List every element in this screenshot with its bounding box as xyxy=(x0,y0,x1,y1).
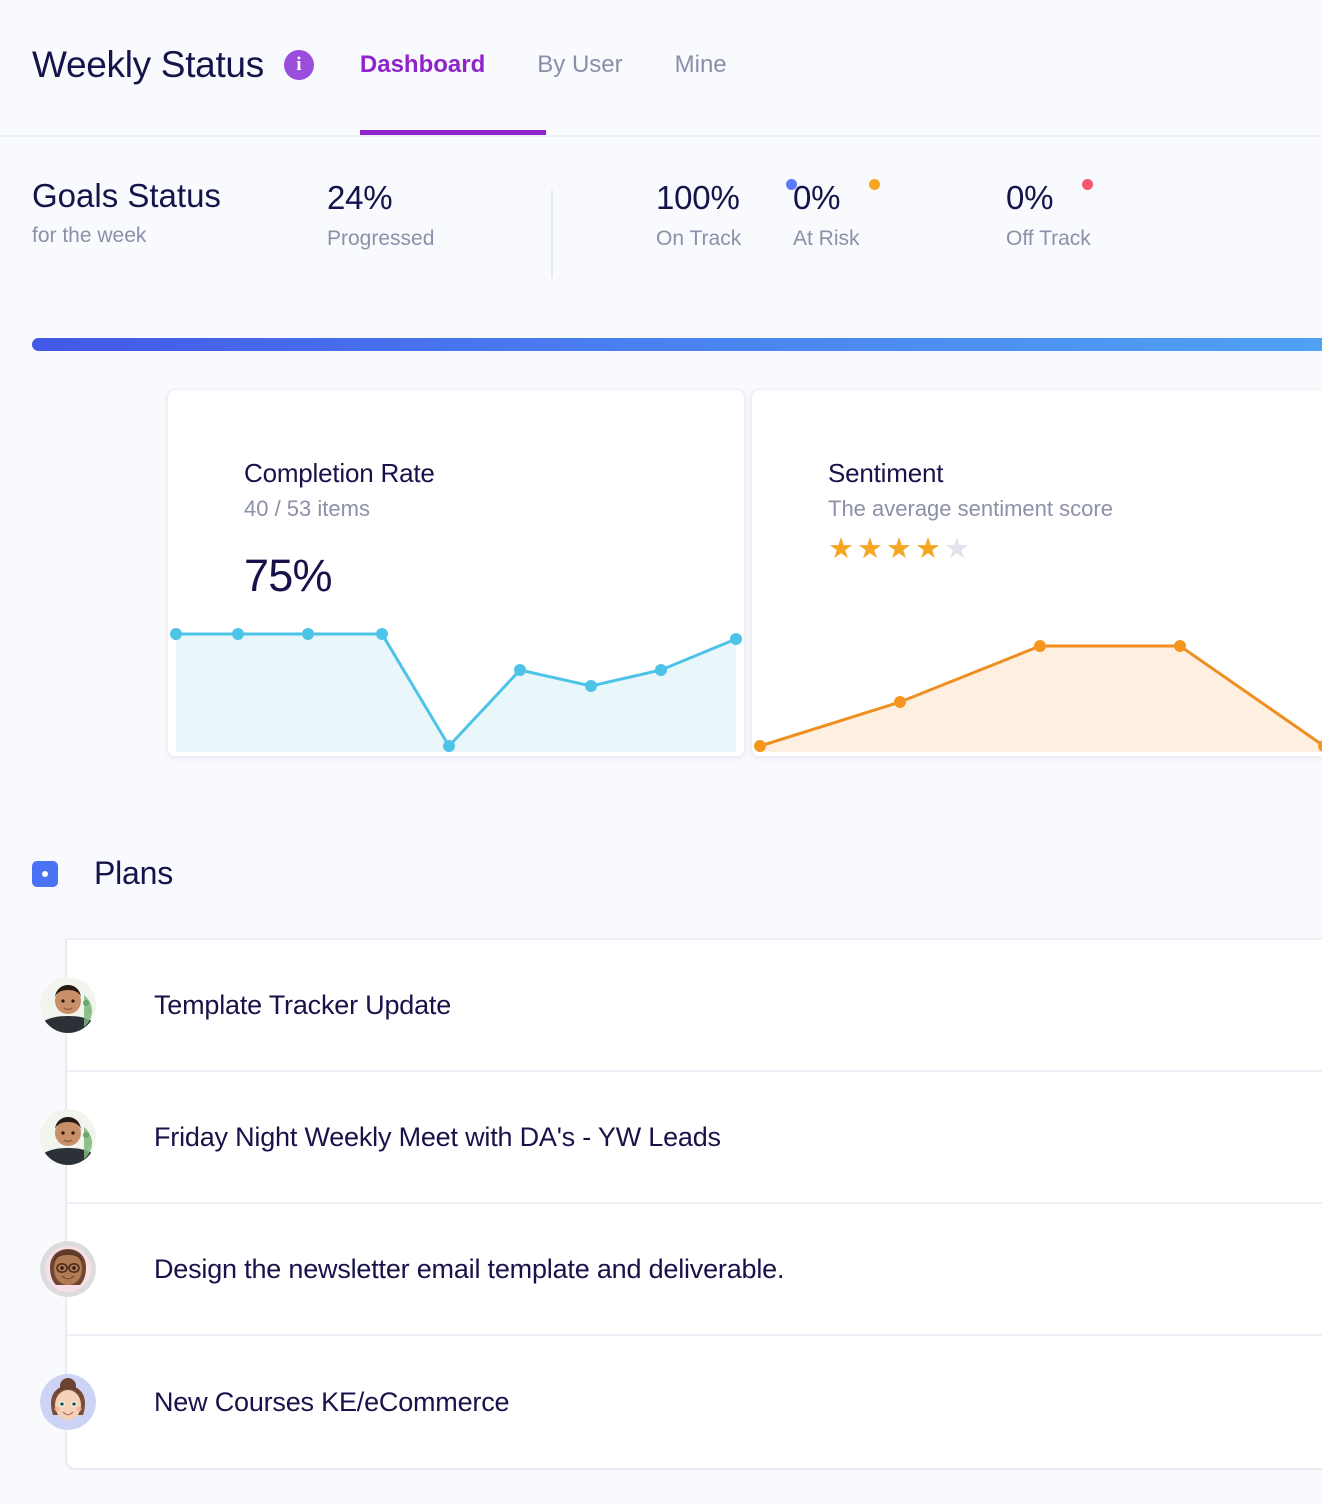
plans-section-title: Plans xyxy=(94,855,174,891)
metric-at-risk-label: At Risk xyxy=(793,227,860,251)
metric-progressed-value: 24% xyxy=(327,179,393,216)
sentiment-title: Sentiment xyxy=(828,458,944,488)
sentiment-subtitle: The average sentiment score xyxy=(828,496,1113,522)
tab-mine[interactable]: Mine xyxy=(649,53,753,77)
page-header: Weekly Status i Dashboard By User Mine xyxy=(0,0,1322,137)
metric-progressed: 24% Progressed xyxy=(327,177,553,251)
completion-rate-value: 75% xyxy=(244,549,332,601)
metric-at-risk-value: 0% xyxy=(793,179,841,216)
metric-off-track: 0% Off Track xyxy=(1006,177,1226,251)
metric-on-track-label: On Track xyxy=(656,227,742,251)
sentiment-rating[interactable]: ★ ★ ★ ★ ★ xyxy=(828,532,1322,565)
plans-list: Template Tracker Update Friday Night Wee… xyxy=(40,938,1322,1470)
metric-off-track-label: Off Track xyxy=(1006,227,1091,251)
list-item-label: Design the newsletter email template and… xyxy=(154,1253,785,1284)
completion-rate-card[interactable]: Completion Rate 40 / 53 items 75% xyxy=(167,389,745,757)
info-icon[interactable]: i xyxy=(283,50,314,80)
metric-on-track-value: 100% xyxy=(656,179,740,216)
metric-progressed-label: Progressed xyxy=(327,227,435,251)
completion-rate-title: Completion Rate xyxy=(244,458,435,488)
star-icon-2: ★ xyxy=(857,532,883,565)
completion-rate-subtitle: 40 / 53 items xyxy=(244,496,370,522)
goals-status-row: Goals Status for the week 24% Progressed… xyxy=(0,137,1322,292)
metric-on-track: 100% On Track xyxy=(553,177,797,251)
avatar xyxy=(40,1109,96,1165)
header-row: Weekly Status i Dashboard By User Mine xyxy=(0,0,1322,100)
avatar xyxy=(40,1374,96,1430)
tab-dashboard[interactable]: Dashboard xyxy=(334,53,511,77)
sentiment-sparkline xyxy=(754,640,1322,752)
plans-section-header: Plans xyxy=(32,855,173,892)
goals-status-subtitle: for the week xyxy=(32,224,147,247)
metric-cards: Completion Rate 40 / 53 items 75% Sentim… xyxy=(167,389,1322,757)
list-item[interactable]: New Courses KE/eCommerce xyxy=(40,1336,1322,1468)
list-item-label: New Courses KE/eCommerce xyxy=(154,1386,510,1417)
sentiment-card[interactable]: Sentiment The average sentiment score ★ … xyxy=(751,389,1322,757)
tab-by-user[interactable]: By User xyxy=(511,53,648,77)
avatar xyxy=(40,977,96,1033)
list-item[interactable]: Template Tracker Update xyxy=(40,940,1322,1072)
list-item-label: Friday Night Weekly Meet with DA's - YW … xyxy=(154,1121,721,1152)
metric-at-risk: 0% At Risk xyxy=(793,177,1006,251)
star-icon-5: ★ xyxy=(944,532,970,565)
avatar xyxy=(40,1241,96,1297)
list-item[interactable]: Design the newsletter email template and… xyxy=(40,1204,1322,1336)
overall-progress-bar xyxy=(32,338,1322,351)
sentiment-card-body: Sentiment The average sentiment score ★ … xyxy=(752,390,1322,564)
goals-divider xyxy=(551,190,553,278)
active-tab-indicator xyxy=(360,130,546,135)
goals-status-title: Goals Status xyxy=(32,177,221,214)
at-risk-status-dot xyxy=(869,179,880,190)
star-icon-1: ★ xyxy=(828,532,854,565)
goals-status-heading: Goals Status for the week xyxy=(32,177,327,248)
off-track-status-dot xyxy=(1082,179,1093,190)
star-icon-4: ★ xyxy=(915,532,941,565)
tab-bar: Dashboard By User Mine xyxy=(334,30,753,100)
list-item[interactable]: Friday Night Weekly Meet with DA's - YW … xyxy=(40,1072,1322,1204)
plans-square-icon xyxy=(32,860,58,887)
page-title: Weekly Status xyxy=(32,44,264,85)
metric-off-track-value: 0% xyxy=(1006,179,1054,216)
completion-rate-sparkline xyxy=(170,628,742,752)
completion-rate-card-body: Completion Rate 40 / 53 items 75% xyxy=(168,390,744,600)
weekly-status-page: Weekly Status i Dashboard By User Mine G… xyxy=(0,0,1322,1504)
star-icon-3: ★ xyxy=(886,532,912,565)
list-item-label: Template Tracker Update xyxy=(154,989,452,1020)
